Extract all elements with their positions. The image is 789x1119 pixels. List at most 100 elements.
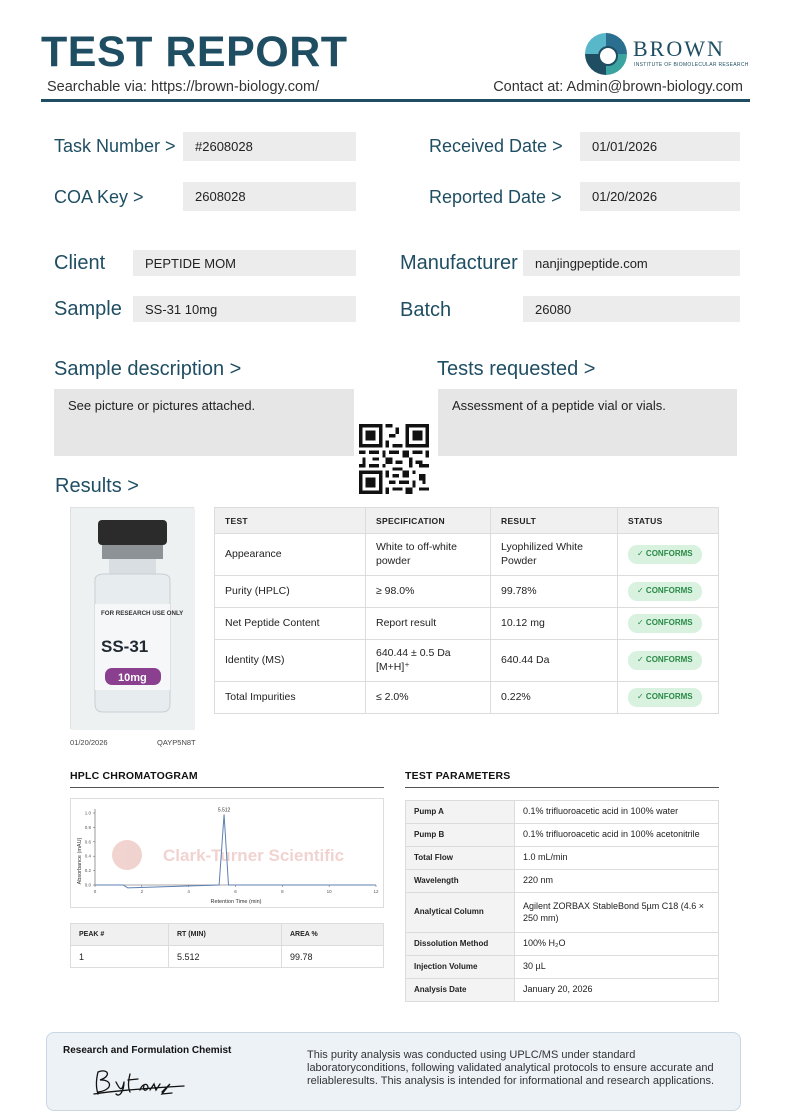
param-key: Analytical Column xyxy=(405,892,515,933)
peak-area: 99.78 xyxy=(281,945,384,968)
manufacturer-field: nanjingpeptide.com xyxy=(523,250,740,276)
test-spec: White to off-white powder xyxy=(365,533,491,576)
table-row: Analytical Column Agilent ZORBAX StableBo… xyxy=(405,892,719,933)
qr-code-icon xyxy=(359,424,429,494)
peak-number: 1 xyxy=(70,945,169,968)
logo-subtitle: INSTITUTE OF BIOMOLECULAR RESEARCH xyxy=(634,62,749,68)
param-value: 30 µL xyxy=(514,955,719,979)
client-field: PEPTIDE MOM xyxy=(133,250,356,276)
peak-rt: 5.512 xyxy=(168,945,282,968)
test-name: Purity (HPLC) xyxy=(214,575,366,608)
test-spec: ≥ 98.0% xyxy=(365,575,491,608)
param-value: Agilent ZORBAX StableBond 5µm C18 (4.6 ×… xyxy=(514,892,719,933)
vial-date: 01/20/2026 xyxy=(70,738,108,747)
x-tick-label: 10 xyxy=(327,889,333,894)
test-spec: ≤ 2.0% xyxy=(365,681,491,714)
test-name: Net Peptide Content xyxy=(214,607,366,640)
test-parameters-heading: TEST PARAMETERS xyxy=(405,770,511,782)
x-tick-label: 6 xyxy=(234,889,237,894)
test-name: Appearance xyxy=(214,533,366,576)
website-line: Searchable via: https://brown-biology.co… xyxy=(47,79,320,95)
peak-col-area: AREA % xyxy=(281,923,384,946)
peak-table: PEAK # RT (MIN) AREA % 1 5.512 99.78 xyxy=(70,923,384,968)
test-result: Lyophilized White Powder xyxy=(490,533,618,576)
logo-name: BROWN xyxy=(633,36,725,61)
results-col-result: RESULT xyxy=(490,507,618,534)
param-value: 1.0 mL/min xyxy=(514,846,719,870)
x-tick-label: 4 xyxy=(187,889,190,894)
batch-field: 26080 xyxy=(523,296,740,322)
y-tick-label: 0.2 xyxy=(85,868,92,873)
y-tick-label: 0.8 xyxy=(85,825,92,830)
y-tick-label: 1.0 xyxy=(85,811,92,816)
vial-code: QAYP5N8T xyxy=(157,738,196,747)
table-row: Dissolution Method 100% H₂O xyxy=(405,932,719,956)
table-row: Total Impurities ≤ 2.0% 0.22% ✓ CONFORMS xyxy=(214,681,719,714)
sample-field: SS-31 10mg xyxy=(133,296,356,322)
results-col-status: STATUS xyxy=(617,507,719,534)
x-tick-label: 12 xyxy=(373,889,379,894)
peak-col-rt: RT (MIN) xyxy=(168,923,282,946)
tests-requested-heading: Tests requested > xyxy=(437,358,596,380)
param-key: Analysis Date xyxy=(405,978,515,1002)
table-row: Injection Volume 30 µL xyxy=(405,955,719,979)
hplc-heading: HPLC CHROMATOGRAM xyxy=(70,770,198,782)
hplc-divider xyxy=(70,787,384,788)
signature-image xyxy=(93,1070,185,1096)
param-key: Pump A xyxy=(405,800,515,824)
param-value: 0.1% trifluoroacetic acid in 100% aceton… xyxy=(514,823,719,847)
vial-photo: FOR RESEARCH USE ONLY SS-31 10mg xyxy=(70,507,195,730)
y-tick-label: 0.4 xyxy=(85,854,92,859)
status-badge: ✓ CONFORMS xyxy=(628,688,702,707)
watermark: Clark-Turner Scientific xyxy=(112,840,344,870)
manufacturer-label: Manufacturer xyxy=(400,252,518,274)
params-divider xyxy=(405,787,719,788)
table-row: Identity (MS) 640.44 ± 0.5 Da [M+H]⁺ 640… xyxy=(214,639,719,682)
test-spec: Report result xyxy=(365,607,491,640)
param-key: Dissolution Method xyxy=(405,932,515,956)
footer-disclaimer: This purity analysis was conducted using… xyxy=(307,1049,715,1088)
test-parameters-table: Pump A 0.1% trifluoroacetic acid in 100% … xyxy=(405,800,719,1002)
table-row: Purity (HPLC) ≥ 98.0% 99.78% ✓ CONFORMS xyxy=(214,575,719,608)
status-badge: ✓ CONFORMS xyxy=(628,651,702,670)
tests-requested-box: Assessment of a peptide vial or vials. xyxy=(438,389,737,456)
x-tick-label: 0 xyxy=(94,889,97,894)
test-result: 0.22% xyxy=(490,681,618,714)
table-row: Total Flow 1.0 mL/min xyxy=(405,846,719,870)
test-result: 10.12 mg xyxy=(490,607,618,640)
table-row: Wavelength 220 nm xyxy=(405,869,719,893)
reported-date-label: Reported Date > xyxy=(429,187,562,207)
reported-date-field: 01/20/2026 xyxy=(580,182,740,211)
table-row: Pump B 0.1% trifluoroacetic acid in 100% … xyxy=(405,823,719,847)
x-tick-label: 8 xyxy=(281,889,284,894)
peak-col-number: PEAK # xyxy=(70,923,169,946)
task-number-label: Task Number > xyxy=(54,136,176,156)
received-date-field: 01/01/2026 xyxy=(580,132,740,161)
report-title: TEST REPORT xyxy=(41,28,348,76)
header-divider xyxy=(41,99,750,102)
test-result: 99.78% xyxy=(490,575,618,608)
contact-line: Contact at: Admin@brown-biology.com xyxy=(493,79,743,95)
x-tick-label: 2 xyxy=(141,889,144,894)
sample-description-box: See picture or pictures attached. xyxy=(54,389,354,456)
param-key: Wavelength xyxy=(405,869,515,893)
sample-label: Sample xyxy=(54,298,122,320)
param-value: 220 nm xyxy=(514,869,719,893)
table-row: 1 5.512 99.78 xyxy=(70,945,384,968)
test-result: 640.44 Da xyxy=(490,639,618,682)
param-value: 100% H₂O xyxy=(514,932,719,956)
table-row: Analysis Date January 20, 2026 xyxy=(405,978,719,1002)
table-row: Appearance White to off-white powder Lyo… xyxy=(214,533,719,576)
param-key: Pump B xyxy=(405,823,515,847)
param-value: 0.1% trifluoroacetic acid in 100% water xyxy=(514,800,719,824)
client-label: Client xyxy=(54,252,106,274)
param-value: January 20, 2026 xyxy=(514,978,719,1002)
received-date-label: Received Date > xyxy=(429,136,563,156)
table-row: Net Peptide Content Report result 10.12 … xyxy=(214,607,719,640)
param-key: Injection Volume xyxy=(405,955,515,979)
vial-name: SS-31 xyxy=(101,637,148,656)
watermark-text: Clark-Turner Scientific xyxy=(163,846,344,865)
y-tick-label: 0.6 xyxy=(85,839,92,844)
task-number-field: #2608028 xyxy=(183,132,356,161)
test-spec: 640.44 ± 0.5 Da [M+H]⁺ xyxy=(365,639,491,682)
